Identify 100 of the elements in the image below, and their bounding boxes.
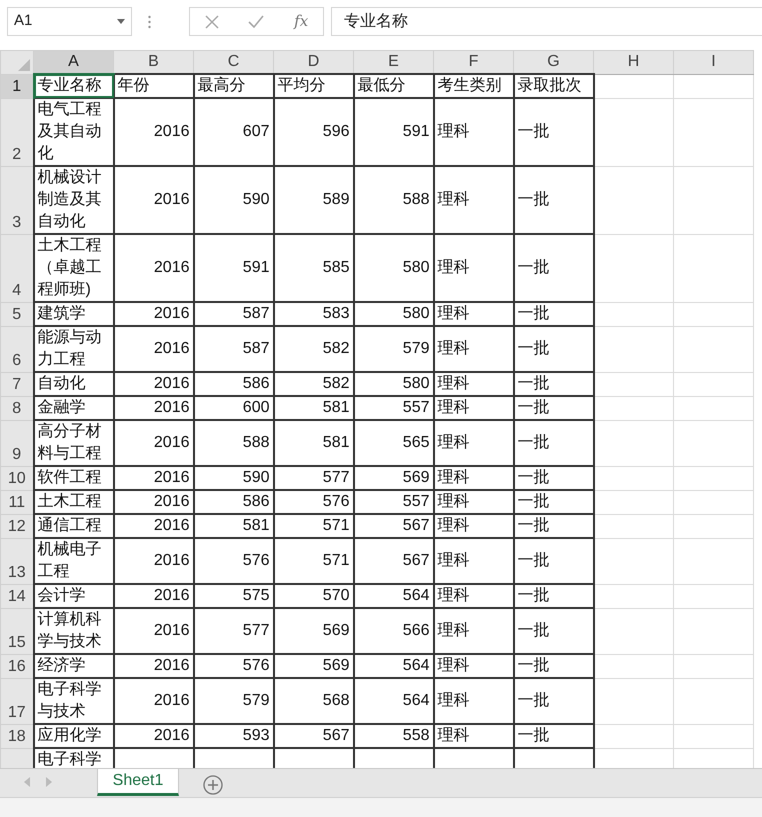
table-cell: 理科 [434,538,514,584]
table-cell: 2016 [114,584,194,608]
row-header[interactable]: 16 [0,654,34,678]
table-cell: 2016 [114,654,194,678]
table-cell: 2016 [114,608,194,654]
table-cell: 588 [354,166,434,234]
row-header[interactable]: 1 [0,74,34,98]
table-cell: 高分子材料与工程 [34,420,114,466]
table-cell: 理科 [434,724,514,748]
table-cell: 2016 [114,724,194,748]
close-icon[interactable] [204,14,219,28]
row-header[interactable]: 14 [0,584,34,608]
table-cell: 土木工程 [34,490,114,514]
column-header[interactable]: G [514,50,594,74]
checkmark-icon[interactable] [248,15,264,28]
row-header[interactable]: 6 [0,326,34,372]
dropdown-caret-icon[interactable] [117,19,125,24]
select-all-icon[interactable] [18,58,30,70]
scroll-left-icon[interactable] [24,777,30,787]
row-header[interactable]: 5 [0,302,34,326]
table-cell: 575 [194,584,274,608]
table-cell: 557 [354,490,434,514]
table-cell: 理科 [434,584,514,608]
column-header[interactable]: A [34,50,114,74]
sheet-tab[interactable]: Sheet1 [97,769,179,796]
table-cell: 平均分 [274,74,354,98]
table-cell: 经济学 [34,654,114,678]
table-cell: 564 [354,654,434,678]
table-cell: 机械电子工程 [34,538,114,584]
table-cell: 580 [354,302,434,326]
table-cell: 581 [274,396,354,420]
table-cell: 596 [274,98,354,166]
column-header[interactable]: I [674,50,754,74]
table-cell: 理科 [434,166,514,234]
column-header[interactable]: B [114,50,194,74]
table-cell: 2016 [114,466,194,490]
table-cell: 569 [274,654,354,678]
table-cell: 571 [274,538,354,584]
table-cell: 一批 [514,514,594,538]
table-cell: 591 [194,234,274,302]
table-cell: 一批 [514,302,594,326]
table-cell: 会计学 [34,584,114,608]
formula-bar[interactable]: 专业名称 [331,7,762,36]
row-header[interactable]: 3 [0,166,34,234]
table-cell: 理科 [434,98,514,166]
table-cell: 2016 [114,396,194,420]
table-cell: 2016 [114,234,194,302]
column-header[interactable]: F [434,50,514,74]
table-cell: 580 [354,372,434,396]
table-cell: 569 [274,608,354,654]
row-header[interactable]: 13 [0,538,34,584]
scroll-right-icon[interactable] [46,777,52,787]
insert-function-button[interactable]: fx [294,10,308,33]
table-cell: 586 [194,372,274,396]
table-cell: 通信工程 [34,514,114,538]
column-header[interactable]: D [274,50,354,74]
row-header[interactable]: 15 [0,608,34,654]
table-cell: 一批 [514,490,594,514]
add-sheet-icon[interactable] [203,774,223,795]
row-header[interactable]: 10 [0,466,34,490]
table-cell: 一批 [514,678,594,724]
table-cell: 机械设计制造及其自动化 [34,166,114,234]
column-header[interactable]: C [194,50,274,74]
row-header[interactable]: 8 [0,396,34,420]
table-cell: 579 [194,678,274,724]
table-cell: 590 [194,166,274,234]
table-cell: 自动化 [34,372,114,396]
table-cell: 理科 [434,420,514,466]
row-header[interactable]: 12 [0,514,34,538]
table-cell: 2016 [114,326,194,372]
table-cell: 2016 [114,490,194,514]
table-cell: 581 [194,514,274,538]
table-cell: 一批 [514,372,594,396]
row-header[interactable]: 2 [0,98,34,166]
table-cell: 588 [194,420,274,466]
table-cell: 566 [354,608,434,654]
table-cell: 2016 [114,98,194,166]
table-cell: 576 [194,654,274,678]
table-cell: 593 [194,724,274,748]
column-header[interactable]: H [594,50,674,74]
table-cell: 557 [354,396,434,420]
column-header[interactable]: E [354,50,434,74]
row-header[interactable]: 9 [0,420,34,466]
table-cell: 建筑学 [34,302,114,326]
row-header[interactable]: 17 [0,678,34,724]
table-cell: 理科 [434,466,514,490]
name-box[interactable]: A1 [7,7,132,36]
row-header[interactable]: 18 [0,724,34,748]
table-cell: 565 [354,420,434,466]
table-cell: 583 [274,302,354,326]
table-cell: 576 [194,538,274,584]
row-header[interactable]: 7 [0,372,34,396]
table-cell: 558 [354,724,434,748]
table-cell: 理科 [434,326,514,372]
row-header[interactable]: 11 [0,490,34,514]
table-cell: 一批 [514,654,594,678]
drag-handle-icon[interactable] [148,15,151,29]
table-cell: 2016 [114,538,194,584]
row-header[interactable]: 4 [0,234,34,302]
table-cell: 录取批次 [514,74,594,98]
